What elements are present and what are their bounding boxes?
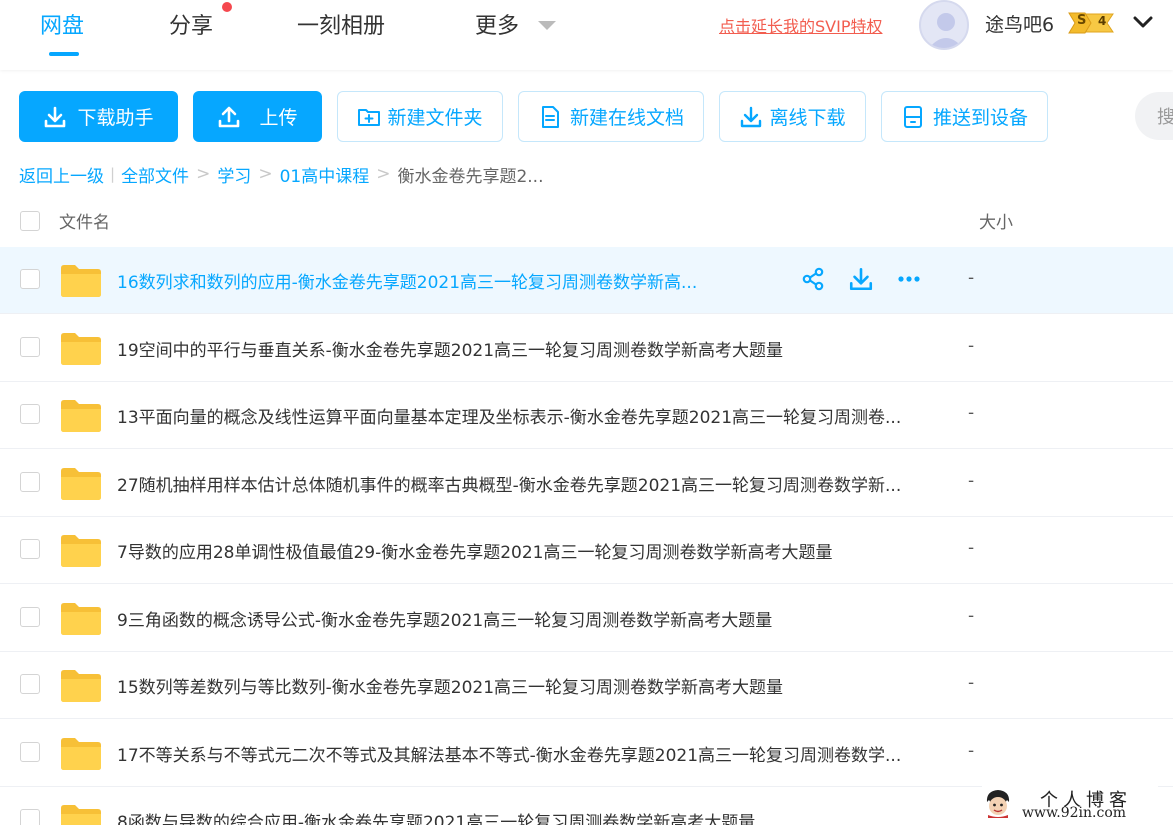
download-helper-button[interactable]: 下载助手 bbox=[19, 91, 178, 142]
row-checkbox[interactable] bbox=[20, 472, 40, 492]
row-checkbox[interactable] bbox=[20, 404, 40, 424]
file-size: - bbox=[968, 336, 975, 356]
row-checkbox[interactable] bbox=[20, 607, 40, 627]
file-name[interactable]: 9三角函数的概念诱导公式-衡水金卷先享题2021高三一轮复习周测卷数学新高考大题… bbox=[117, 606, 937, 631]
active-tab-indicator bbox=[49, 52, 79, 56]
folder-icon bbox=[61, 805, 101, 825]
download-icon[interactable] bbox=[848, 266, 874, 296]
upload-button[interactable]: 上传 bbox=[193, 91, 322, 142]
chevron-down-icon[interactable] bbox=[538, 21, 556, 30]
offline-download-label: 离线下载 bbox=[769, 107, 846, 129]
watermark-url: www.92in.com bbox=[1022, 805, 1127, 821]
file-size: - bbox=[968, 741, 975, 761]
file-row[interactable]: 9三角函数的概念诱导公式-衡水金卷先享题2021高三一轮复习周测卷数学新高考大题… bbox=[0, 585, 1173, 652]
file-size: - bbox=[968, 606, 975, 626]
download-icon bbox=[45, 106, 66, 127]
upload-label: 上传 bbox=[259, 107, 298, 129]
breadcrumb-divider: | bbox=[110, 165, 116, 183]
folder-icon bbox=[61, 468, 101, 500]
search-placeholder: 搜 bbox=[1157, 107, 1173, 128]
file-row[interactable]: 17不等关系与不等式元二次不等式及其解法基本不等式-衡水金卷先享题2021高三一… bbox=[0, 720, 1173, 787]
more-options-icon[interactable] bbox=[896, 266, 922, 296]
file-name[interactable]: 15数列等差数列与等比数列-衡水金卷先享题2021高三一轮复习周测卷数学新高考大… bbox=[117, 673, 937, 698]
file-size: - bbox=[968, 403, 975, 423]
chevron-down-icon[interactable] bbox=[1132, 11, 1154, 33]
folder-icon bbox=[61, 333, 101, 365]
offline-download-button[interactable]: 离线下载 bbox=[719, 91, 866, 142]
file-row[interactable]: 19空间中的平行与垂直关系-衡水金卷先享题2021高三一轮复习周测卷数学新高考大… bbox=[0, 315, 1173, 382]
row-checkbox[interactable] bbox=[20, 809, 40, 825]
share-icon[interactable] bbox=[800, 266, 826, 296]
file-name[interactable]: 19空间中的平行与垂直关系-衡水金卷先享题2021高三一轮复习周测卷数学新高考大… bbox=[117, 336, 937, 361]
chevron-right-icon: > bbox=[196, 164, 211, 184]
new-folder-label: 新建文件夹 bbox=[387, 107, 483, 129]
file-row[interactable]: 27随机抽样用样本估计总体随机事件的概率古典概型-衡水金卷先享题2021高三一轮… bbox=[0, 450, 1173, 517]
tab-netdisk[interactable]: 网盘 bbox=[40, 8, 84, 40]
row-actions bbox=[800, 266, 922, 296]
breadcrumb-current: 衡水金卷先享题2... bbox=[397, 166, 544, 187]
cartoon-face-icon bbox=[986, 790, 1010, 818]
file-size: - bbox=[968, 471, 975, 491]
document-icon bbox=[541, 105, 559, 128]
breadcrumb-back[interactable]: 返回上一级 bbox=[19, 162, 104, 187]
row-checkbox[interactable] bbox=[20, 742, 40, 762]
top-nav: 网盘 分享 一刻相册 更多 点击延长我的SVIP特权 途鸟吧6 S 4 bbox=[0, 0, 1173, 70]
file-row[interactable]: 13平面向量的概念及线性运算平面向量基本定理及坐标表示-衡水金卷先享题2021高… bbox=[0, 382, 1173, 449]
breadcrumb: 返回上一级 | 全部文件 > 学习 > 01高中课程 > 衡水金卷先享题2... bbox=[19, 162, 544, 187]
breadcrumb-highschool[interactable]: 01高中课程 bbox=[280, 162, 370, 187]
avatar[interactable] bbox=[919, 0, 969, 50]
push-to-device-button[interactable]: 推送到设备 bbox=[881, 91, 1048, 142]
file-list-header: 文件名 大小 bbox=[0, 198, 1173, 246]
column-size[interactable]: 大小 bbox=[979, 208, 1013, 233]
file-row[interactable]: 15数列等差数列与等比数列-衡水金卷先享题2021高三一轮复习周测卷数学新高考大… bbox=[0, 652, 1173, 719]
folder-icon bbox=[61, 738, 101, 770]
file-name[interactable]: 8函数与导数的综合应用-衡水金卷先享题2021高三一轮复习周测卷数学新高考大题量 bbox=[117, 808, 937, 825]
new-online-doc-label: 新建在线文档 bbox=[569, 107, 684, 129]
column-file-name[interactable]: 文件名 bbox=[59, 208, 110, 233]
row-checkbox[interactable] bbox=[20, 674, 40, 694]
file-size: - bbox=[968, 268, 975, 288]
file-size: - bbox=[968, 538, 975, 558]
new-folder-button[interactable]: 新建文件夹 bbox=[337, 91, 503, 142]
file-row[interactable]: 7导数的应用28单调性极值最值29-衡水金卷先享题2021高三一轮复习周测卷数学… bbox=[0, 517, 1173, 584]
new-online-doc-button[interactable]: 新建在线文档 bbox=[518, 91, 704, 142]
file-name[interactable]: 16数列求和数列的应用-衡水金卷先享题2021高三一轮复习周测卷数学新高... bbox=[117, 268, 727, 293]
breadcrumb-all-files[interactable]: 全部文件 bbox=[121, 162, 189, 187]
download-helper-label: 下载助手 bbox=[77, 107, 154, 129]
folder-icon bbox=[61, 670, 101, 702]
folder-icon bbox=[61, 535, 101, 567]
new-folder-icon bbox=[358, 108, 381, 126]
row-checkbox[interactable] bbox=[20, 269, 40, 289]
file-row[interactable]: 16数列求和数列的应用-衡水金卷先享题2021高三一轮复习周测卷数学新高... bbox=[0, 247, 1173, 314]
svip-level-icon bbox=[1068, 12, 1114, 34]
chevron-right-icon: > bbox=[376, 164, 391, 184]
folder-icon bbox=[61, 265, 101, 297]
select-all-checkbox[interactable] bbox=[20, 211, 40, 231]
upload-icon bbox=[219, 106, 240, 127]
tab-more[interactable]: 更多 bbox=[475, 8, 519, 40]
device-icon bbox=[903, 105, 922, 128]
breadcrumb-study[interactable]: 学习 bbox=[217, 162, 251, 187]
username[interactable]: 途鸟吧6 bbox=[985, 10, 1054, 37]
push-to-device-label: 推送到设备 bbox=[932, 107, 1028, 129]
watermark: 个人博客 www.92in.com bbox=[982, 786, 1158, 822]
download-icon bbox=[741, 106, 762, 127]
level-number: 4 bbox=[1098, 14, 1107, 28]
file-name[interactable]: 7导数的应用28单调性极值最值29-衡水金卷先享题2021高三一轮复习周测卷数学… bbox=[117, 538, 937, 563]
tab-photo-album[interactable]: 一刻相册 bbox=[297, 8, 385, 40]
file-name[interactable]: 17不等关系与不等式元二次不等式及其解法基本不等式-衡水金卷先享题2021高三一… bbox=[117, 741, 937, 766]
svip-renew-link[interactable]: 点击延长我的SVIP特权 bbox=[719, 13, 882, 37]
file-size: - bbox=[968, 673, 975, 693]
file-name[interactable]: 27随机抽样用样本估计总体随机事件的概率古典概型-衡水金卷先享题2021高三一轮… bbox=[117, 471, 937, 496]
notification-dot bbox=[222, 2, 232, 12]
tab-share[interactable]: 分享 bbox=[169, 8, 213, 40]
level-letter: S bbox=[1077, 13, 1087, 28]
folder-icon bbox=[61, 603, 101, 635]
chevron-right-icon: > bbox=[258, 164, 273, 184]
file-name[interactable]: 13平面向量的概念及线性运算平面向量基本定理及坐标表示-衡水金卷先享题2021高… bbox=[117, 403, 937, 428]
row-checkbox[interactable] bbox=[20, 337, 40, 357]
folder-icon bbox=[61, 400, 101, 432]
row-checkbox[interactable] bbox=[20, 539, 40, 559]
